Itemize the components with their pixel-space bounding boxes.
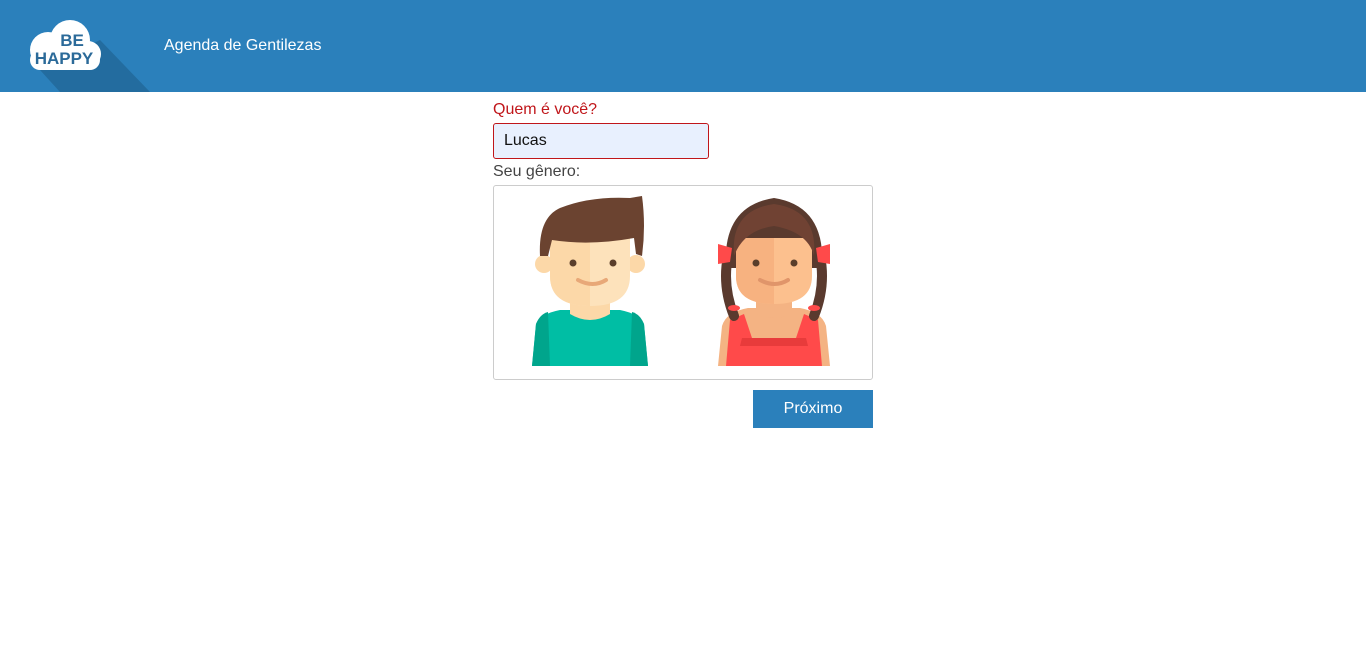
name-label: Quem é você? [493, 101, 598, 118]
be-happy-logo[interactable]: BE HAPPY [0, 0, 160, 92]
logo-text-be: BE [60, 31, 84, 50]
app-title: Agenda de Gentilezas [164, 37, 322, 54]
girl-avatar-icon[interactable] [714, 196, 834, 368]
gender-selector [493, 185, 873, 380]
logo-text-happy: HAPPY [35, 49, 94, 68]
app-header: BE HAPPY Agenda de Gentilezas [0, 0, 1366, 92]
name-input[interactable] [493, 123, 709, 159]
gender-label: Seu gênero: [493, 163, 581, 180]
boy-avatar-icon[interactable] [530, 196, 650, 368]
next-button[interactable]: Próximo [753, 390, 873, 428]
